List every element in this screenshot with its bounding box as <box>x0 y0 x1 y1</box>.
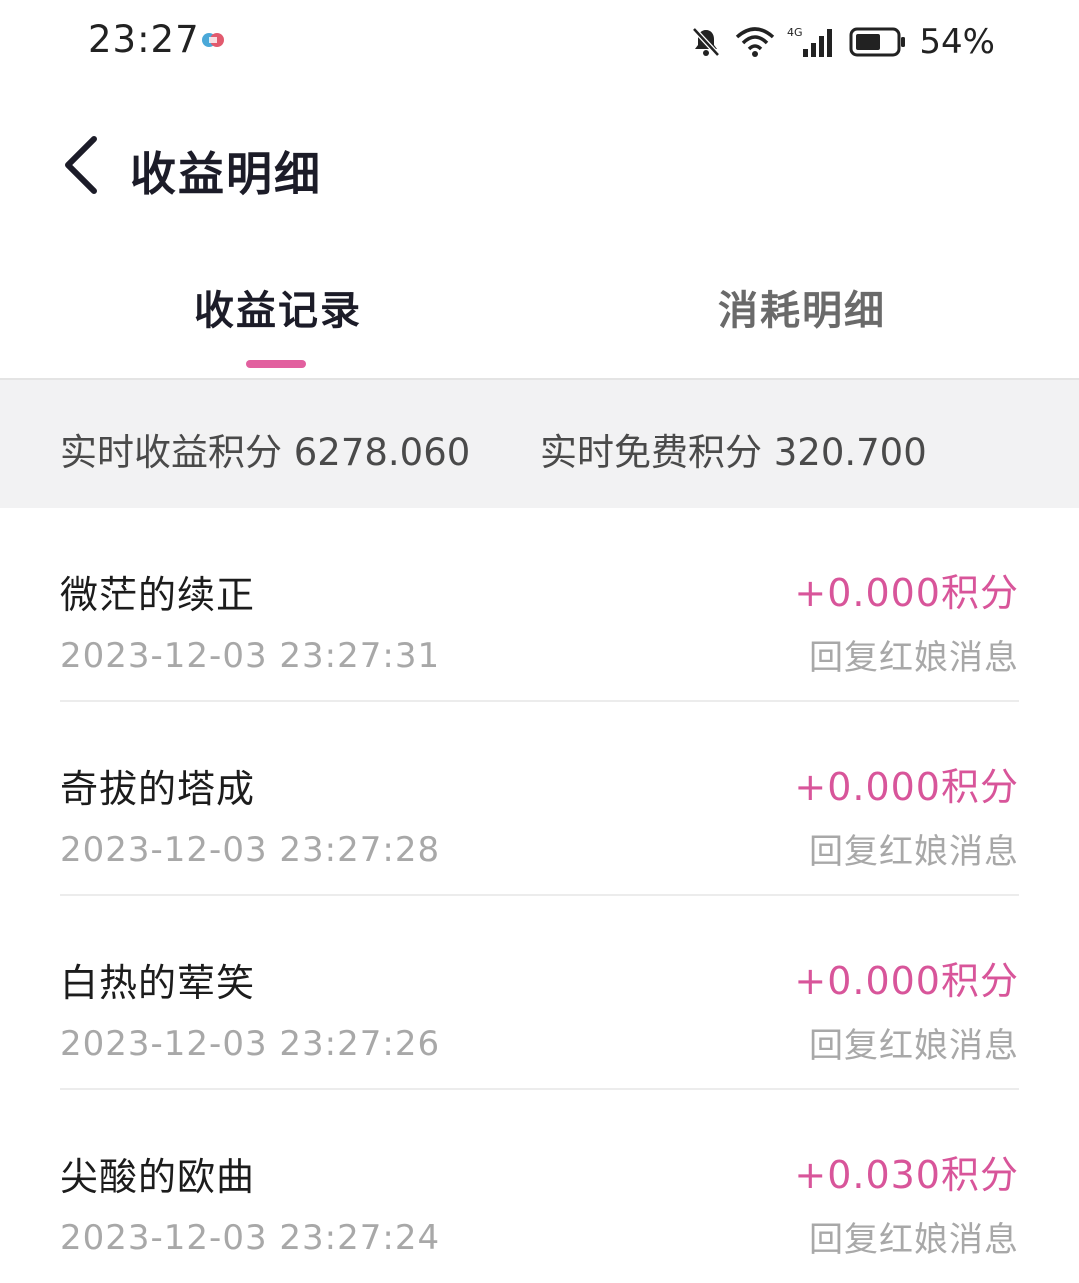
list-item[interactable]: 尖酸的欧曲 2023-12-03 23:27:24 +0.030积分 回复红娘消… <box>60 1090 1019 1282</box>
record-amount: +0.000积分 <box>794 959 1019 1003</box>
tab-earnings-record[interactable]: 收益记录 <box>194 278 362 336</box>
status-bar: 23:27 4G 54% <box>0 0 1079 84</box>
svg-text:4G: 4G <box>787 26 803 39</box>
record-description: 回复红娘消息 <box>809 1026 1019 1066</box>
signal-4g-icon: 4G <box>787 26 833 57</box>
list-item[interactable]: 微茫的续正 2023-12-03 23:27:31 +0.000积分 回复红娘消… <box>60 508 1019 702</box>
wifi-icon <box>736 27 775 57</box>
battery-percent: 54% <box>919 22 995 62</box>
tab-active-indicator <box>246 360 306 368</box>
tab-bar: 收益记录 消耗明细 <box>0 270 1079 380</box>
record-name: 白热的荤笑 <box>60 961 256 1005</box>
app-notification-icon <box>202 33 224 47</box>
record-time: 2023-12-03 23:27:26 <box>60 1024 441 1064</box>
record-time: 2023-12-03 23:27:31 <box>60 636 441 676</box>
header: 收益明细 <box>0 120 1079 220</box>
list-item[interactable]: 白热的荤笑 2023-12-03 23:27:26 +0.000积分 回复红娘消… <box>60 896 1019 1090</box>
record-name: 微茫的续正 <box>60 573 256 617</box>
record-name: 奇拔的塔成 <box>60 767 256 811</box>
record-description: 回复红娘消息 <box>809 832 1019 872</box>
record-name: 尖酸的欧曲 <box>60 1155 256 1199</box>
record-time: 2023-12-03 23:27:24 <box>60 1218 441 1258</box>
list-item[interactable]: 奇拔的塔成 2023-12-03 23:27:28 +0.000积分 回复红娘消… <box>60 702 1019 896</box>
record-amount: +0.000积分 <box>794 571 1019 615</box>
back-button[interactable] <box>52 132 108 198</box>
record-description: 回复红娘消息 <box>809 638 1019 678</box>
record-time: 2023-12-03 23:27:28 <box>60 830 441 870</box>
tab-consumption-detail[interactable]: 消耗明细 <box>718 278 886 336</box>
status-icons: 4G 54% <box>689 20 995 64</box>
record-amount: +0.030积分 <box>794 1153 1019 1197</box>
record-description: 回复红娘消息 <box>809 1220 1019 1260</box>
records-list: 微茫的续正 2023-12-03 23:27:31 +0.000积分 回复红娘消… <box>60 508 1019 1282</box>
bell-muted-icon <box>692 27 721 57</box>
realtime-earned-points: 实时收益积分 6278.060 <box>60 431 471 474</box>
realtime-free-points: 实时免费积分 320.700 <box>540 431 927 474</box>
battery-icon <box>849 27 906 57</box>
page-title: 收益明细 <box>130 147 322 201</box>
record-amount: +0.000积分 <box>794 765 1019 809</box>
status-time: 23:27 <box>88 18 200 61</box>
chevron-left-icon <box>65 136 97 194</box>
points-summary: 实时收益积分 6278.060 实时免费积分 320.700 <box>0 380 1079 508</box>
